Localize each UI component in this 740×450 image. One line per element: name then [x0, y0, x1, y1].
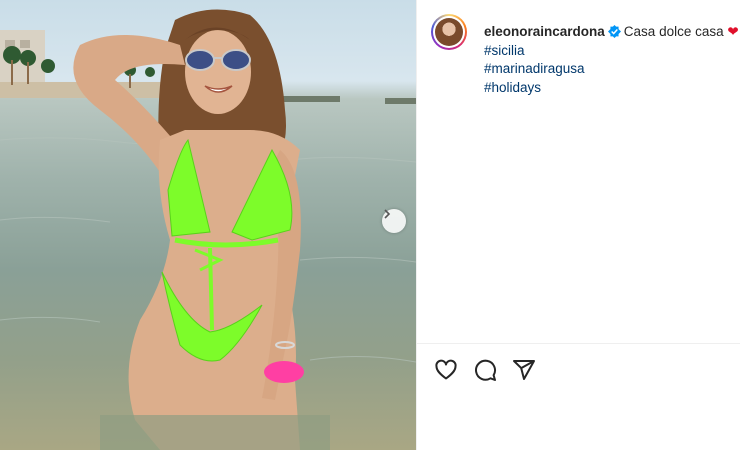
paper-plane-icon[interactable]	[512, 358, 536, 382]
beach-scene-illustration	[0, 9, 416, 450]
caption-text: Casa dolce casa	[623, 24, 724, 39]
hashtag-marinadiragusa[interactable]: #marinadiragusa	[484, 60, 739, 79]
caption-row: eleonoraincardona Casa dolce casa ❤ #sici…	[431, 14, 740, 97]
avatar-image	[435, 18, 463, 46]
comment-icon[interactable]	[473, 358, 497, 382]
chevron-right-icon	[384, 209, 391, 219]
action-bar	[434, 358, 536, 382]
heart-icon[interactable]	[434, 358, 458, 382]
username-link[interactable]: eleonoraincardona	[484, 24, 605, 39]
avatar[interactable]	[431, 14, 467, 50]
hashtag-holidays[interactable]: #holidays	[484, 79, 739, 98]
next-photo-button[interactable]	[382, 209, 406, 233]
post-photo[interactable]	[0, 0, 416, 450]
hashtag-sicilia[interactable]: #sicilia	[484, 42, 739, 61]
verified-badge-icon	[607, 25, 621, 38]
heart-emoji: ❤	[727, 24, 739, 39]
post-side-panel: eleonoraincardona Casa dolce casa ❤ #sici…	[417, 0, 740, 450]
caption: eleonoraincardona Casa dolce casa ❤ #sici…	[484, 23, 739, 97]
instagram-post: eleonoraincardona Casa dolce casa ❤ #sici…	[0, 0, 740, 450]
actions-divider	[417, 343, 740, 344]
